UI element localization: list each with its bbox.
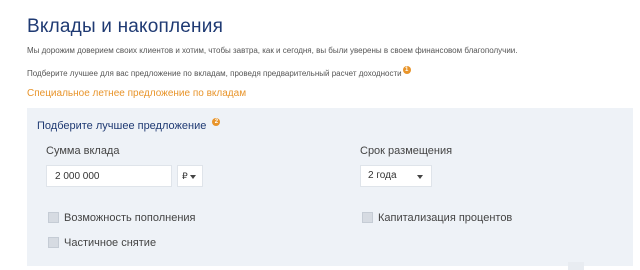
replenish-option[interactable]: Возможность пополнения	[48, 211, 196, 224]
summer-offer-link[interactable]: Специальное летнее предложение по вклада…	[27, 88, 246, 99]
capitalization-label: Капитализация процентов	[378, 212, 513, 224]
scroll-handle[interactable]	[568, 262, 584, 270]
term-label: Срок размещения	[360, 145, 453, 157]
capitalization-option[interactable]: Капитализация процентов	[362, 211, 513, 224]
deposit-calculator-panel: Подберите лучшее предложение 2 Сумма вкл…	[27, 108, 633, 266]
term-select[interactable]: 2 года	[360, 165, 432, 187]
partial-withdrawal-label: Частичное снятие	[64, 237, 157, 249]
partial-withdrawal-option[interactable]: Частичное снятие	[48, 236, 157, 249]
amount-input[interactable]	[46, 165, 172, 187]
replenish-label: Возможность пополнения	[64, 212, 196, 224]
partial-withdrawal-checkbox[interactable]	[48, 236, 59, 248]
calculator-title: Подберите лучшее предложение	[37, 120, 207, 132]
intro-text: Мы дорожим доверием своих клиентов и хот…	[27, 46, 518, 55]
chevron-down-icon	[189, 174, 196, 179]
page-title: Вклады и накопления	[27, 15, 224, 37]
amount-label: Сумма вклада	[46, 145, 120, 157]
info-badge-icon[interactable]: 2	[212, 118, 221, 126]
hint-text-row: Подберите лучшее для вас предложение по …	[27, 66, 411, 78]
calculator-title-row: Подберите лучшее предложение 2	[37, 118, 221, 132]
chevron-down-icon	[417, 175, 423, 179]
replenish-checkbox[interactable]	[48, 211, 59, 223]
term-value: 2 года	[368, 170, 397, 181]
currency-select[interactable]: ₽	[177, 165, 203, 187]
capitalization-checkbox[interactable]	[362, 211, 373, 223]
info-badge-icon[interactable]: 1	[402, 66, 411, 74]
currency-value: ₽	[182, 171, 188, 181]
hint-text: Подберите лучшее для вас предложение по …	[27, 69, 402, 78]
